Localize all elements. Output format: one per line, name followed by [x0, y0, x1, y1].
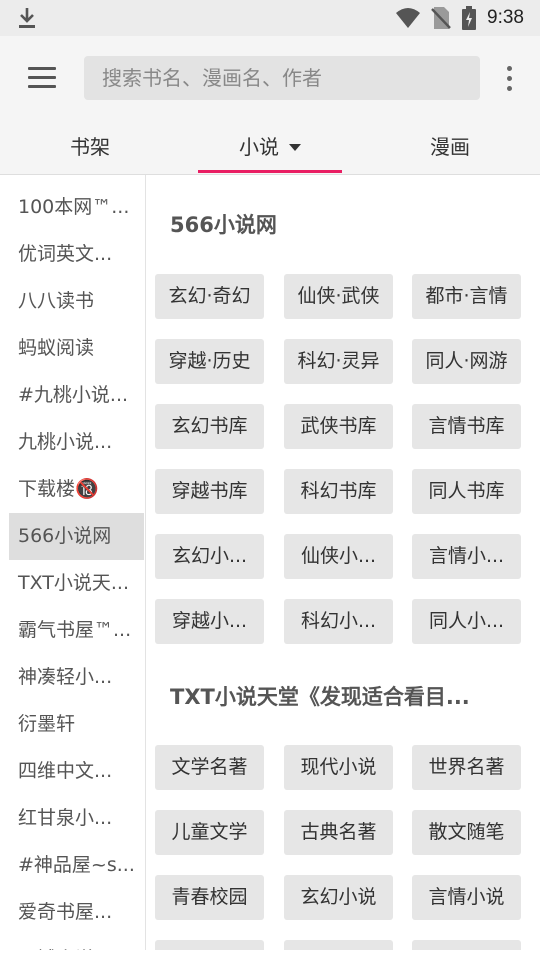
sidebar-item[interactable]: 九桃小说...: [9, 419, 144, 466]
download-icon: [19, 8, 35, 28]
category-chip[interactable]: 武侠书库: [284, 404, 393, 449]
category-chip[interactable]: 仙侠·武侠: [284, 274, 393, 319]
sidebar-item[interactable]: 蚂蚁阅读: [9, 325, 144, 372]
dropdown-arrow-icon: [289, 143, 301, 151]
category-content[interactable]: 566小说网 玄幻·奇幻 仙侠·武侠 都市·言情 穿越·历史 科幻·灵异 同人·…: [146, 175, 540, 950]
bottom-edge: [0, 950, 540, 960]
battery-charging-icon: [462, 6, 477, 30]
category-chip[interactable]: 言情小说: [412, 875, 521, 920]
category-chip[interactable]: 都市·言情: [412, 274, 521, 319]
category-chip[interactable]: 同人·网游: [412, 339, 521, 384]
sidebar-item[interactable]: 优词英文...: [9, 231, 144, 278]
section-title: TXT小说天堂《发现适合看目...: [170, 685, 470, 709]
category-chip[interactable]: 科幻书库: [284, 469, 393, 514]
status-bar: 9:38: [0, 0, 540, 36]
sidebar-item[interactable]: 八八读书: [9, 278, 144, 325]
tab-label: 漫画: [430, 135, 470, 159]
sidebar-item[interactable]: 四维中文...: [9, 748, 144, 795]
category-chip[interactable]: 玄幻小...: [155, 534, 264, 579]
category-chip[interactable]: 言情书库: [412, 404, 521, 449]
category-chip[interactable]: [284, 940, 393, 950]
app-bar: [0, 36, 540, 120]
status-time: 9:38: [487, 7, 524, 28]
category-chip[interactable]: 青春校园: [155, 875, 264, 920]
tab-indicator: [198, 170, 342, 173]
category-chip[interactable]: 言情小...: [412, 534, 521, 579]
category-chip[interactable]: 玄幻·奇幻: [155, 274, 264, 319]
sidebar-item[interactable]: 红甘泉小...: [9, 795, 144, 842]
sidebar-item[interactable]: 霸气书屋™...: [9, 607, 144, 654]
menu-icon[interactable]: [26, 64, 58, 92]
category-chip[interactable]: 世界名著: [412, 745, 521, 790]
sidebar-item-selected[interactable]: 566小说网: [9, 513, 144, 560]
category-chip[interactable]: 文学名著: [155, 745, 264, 790]
sidebar-item[interactable]: TXT小说天...: [9, 560, 144, 607]
category-chip[interactable]: 玄幻小说: [284, 875, 393, 920]
tab-bar: 书架 小说 漫画: [0, 120, 540, 175]
tab-label: 书架: [70, 135, 110, 159]
category-chip[interactable]: [412, 940, 521, 950]
search-input[interactable]: [84, 56, 480, 100]
wifi-icon: [396, 8, 421, 28]
tab-novel[interactable]: 小说: [180, 120, 360, 174]
more-vert-icon[interactable]: [502, 64, 516, 94]
sidebar-item[interactable]: 衍墨轩: [9, 701, 144, 748]
category-chip[interactable]: [155, 940, 264, 950]
sidebar-item[interactable]: 神凑轻小...: [9, 654, 144, 701]
sidebar-item[interactable]: 100本网™...: [9, 184, 144, 231]
category-chip[interactable]: 同人书库: [412, 469, 521, 514]
sidebar-item[interactable]: 爱奇书屋...: [9, 889, 144, 936]
category-chip[interactable]: 穿越书库: [155, 469, 264, 514]
no-sim-icon: [431, 7, 451, 29]
sidebar-item[interactable]: 三域小说...: [9, 936, 144, 950]
tab-label: 小说: [239, 135, 279, 159]
category-chip[interactable]: 玄幻书库: [155, 404, 264, 449]
category-chip[interactable]: 儿童文学: [155, 810, 264, 855]
category-chip[interactable]: 穿越小...: [155, 599, 264, 644]
category-chip[interactable]: 古典名著: [284, 810, 393, 855]
category-chip[interactable]: 仙侠小...: [284, 534, 393, 579]
tab-comic[interactable]: 漫画: [360, 120, 540, 174]
sidebar-item[interactable]: 下载楼🔞: [9, 466, 144, 513]
tab-bookshelf[interactable]: 书架: [0, 120, 180, 174]
category-chip[interactable]: 科幻·灵异: [284, 339, 393, 384]
category-chip[interactable]: 同人小...: [412, 599, 521, 644]
category-chip[interactable]: 科幻小...: [284, 599, 393, 644]
source-sidebar[interactable]: 100本网™... 优词英文... 八八读书 蚂蚁阅读 #九桃小说... 九桃小…: [0, 175, 146, 950]
category-chip[interactable]: 现代小说: [284, 745, 393, 790]
section-title: 566小说网: [170, 213, 277, 237]
category-chip[interactable]: 散文随笔: [412, 810, 521, 855]
sidebar-item[interactable]: #神品屋~s...: [9, 842, 144, 889]
sidebar-item[interactable]: #九桃小说...: [9, 372, 144, 419]
category-chip[interactable]: 穿越·历史: [155, 339, 264, 384]
